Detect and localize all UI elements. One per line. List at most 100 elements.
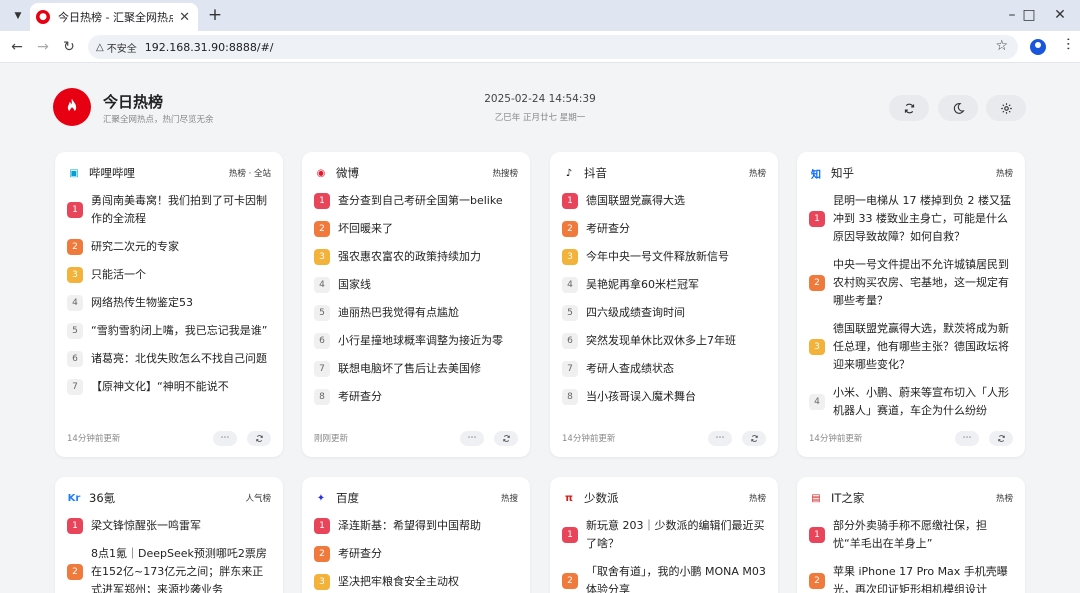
- url-text[interactable]: 192.168.31.90:8888/#/: [145, 41, 274, 54]
- card-refresh-icon[interactable]: [742, 430, 766, 446]
- hot-item[interactable]: 1 勇闯南美毒窝！我们拍到了可卡因制作的全流程: [67, 192, 271, 228]
- more-icon[interactable]: ⋯: [460, 430, 484, 446]
- hot-item[interactable]: 1 新玩意 203｜少数派的编辑们最近买了啥？: [562, 517, 766, 553]
- tab-search-dropdown-icon[interactable]: ▼: [8, 6, 28, 26]
- hot-item[interactable]: 5 四六级成绩查询时间: [562, 304, 766, 322]
- hot-item[interactable]: 4 网络热传生物鉴定53: [67, 294, 271, 312]
- hot-item[interactable]: 4 吴艳妮再拿60米栏冠军: [562, 276, 766, 294]
- hot-item-title[interactable]: 考研人查成绩状态: [586, 360, 674, 378]
- hot-item-title[interactable]: 考研查分: [338, 545, 382, 563]
- hot-item[interactable]: 6 诸葛亮：北伐失败怎么不找自己问题: [67, 350, 271, 368]
- more-icon[interactable]: ⋯: [955, 430, 979, 446]
- settings-button[interactable]: [986, 95, 1026, 121]
- hot-item[interactable]: 7 考研人查成绩状态: [562, 360, 766, 378]
- hot-item-title[interactable]: 考研查分: [586, 220, 630, 238]
- hot-item[interactable]: 8 考研查分: [314, 388, 518, 406]
- hot-item[interactable]: 3 德国联盟党赢得大选，默茨将成为新任总理，他有哪些主张？德国政坛将迎来哪些变化？: [809, 320, 1013, 374]
- security-label[interactable]: 不安全: [107, 40, 137, 55]
- site-logo-icon[interactable]: [53, 88, 91, 126]
- tab-close-icon[interactable]: ✕: [179, 10, 190, 25]
- hot-item-title[interactable]: 只能活一个: [91, 266, 146, 284]
- new-tab-icon[interactable]: +: [205, 4, 225, 26]
- hot-item-title[interactable]: 小米、小鹏、蔚来等宣布切入「人形机器人」赛道，车企为什么纷纷: [833, 384, 1013, 417]
- hot-item-title[interactable]: 考研查分: [338, 388, 382, 406]
- hot-item-title[interactable]: 研究二次元的专家: [91, 238, 179, 256]
- hot-item[interactable]: 2 坏回暖来了: [314, 220, 518, 238]
- hot-item[interactable]: 6 突然发现单休比双休多上7年班: [562, 332, 766, 350]
- back-icon[interactable]: ←: [6, 36, 28, 58]
- hot-item-title[interactable]: 新玩意 203｜少数派的编辑们最近买了啥？: [586, 517, 766, 553]
- hot-item-title[interactable]: 查分查到自己考研全国第一belike: [338, 192, 503, 210]
- hot-item-title[interactable]: 突然发现单休比双休多上7年班: [586, 332, 736, 350]
- hot-item-title[interactable]: 小行星撞地球概率调整为接近为零: [338, 332, 503, 350]
- dark-mode-button[interactable]: [938, 95, 978, 121]
- hot-item[interactable]: 1 部分外卖骑手称不愿缴社保，担忧“羊毛出在羊身上”: [809, 517, 1013, 553]
- hot-item-title[interactable]: 诸葛亮：北伐失败怎么不找自己问题: [91, 350, 267, 368]
- hot-item-title[interactable]: 昆明一电梯从 17 楼掉到负 2 楼又猛冲到 33 楼致业主身亡，可能是什么原因…: [833, 192, 1013, 246]
- card-refresh-icon[interactable]: [989, 430, 1013, 446]
- hot-item[interactable]: 2 苹果 iPhone 17 Pro Max 手机壳曝光，再次印证矩形相机模组设计: [809, 563, 1013, 593]
- hot-item[interactable]: 3 今年中央一号文件释放新信号: [562, 248, 766, 266]
- hot-item[interactable]: 2 「取舍有道」，我的小鹏 MONA M03 体验分享: [562, 563, 766, 593]
- not-secure-warning-icon[interactable]: △: [96, 42, 104, 53]
- hot-item-title[interactable]: 苹果 iPhone 17 Pro Max 手机壳曝光，再次印证矩形相机模组设计: [833, 563, 1013, 593]
- hot-item-title[interactable]: 梁文锋惊醒张一鸣雷军: [91, 517, 201, 535]
- browser-tab[interactable]: ● 今日热榜 - 汇聚全网热点, 热门 ✕: [30, 3, 198, 31]
- hot-item[interactable]: 4 小米、小鹏、蔚来等宣布切入「人形机器人」赛道，车企为什么纷纷: [809, 384, 1013, 417]
- hot-item-title[interactable]: 今年中央一号文件释放新信号: [586, 248, 729, 266]
- hot-item[interactable]: 3 坚决把牢粮食安全主动权: [314, 573, 518, 591]
- hot-item-title[interactable]: 坚决把牢粮食安全主动权: [338, 573, 459, 591]
- hot-item[interactable]: 1 德国联盟党赢得大选: [562, 192, 766, 210]
- hot-item[interactable]: 1 梁文锋惊醒张一鸣雷军: [67, 517, 271, 535]
- more-icon[interactable]: ⋯: [213, 430, 237, 446]
- hot-item-title[interactable]: 部分外卖骑手称不愿缴社保，担忧“羊毛出在羊身上”: [833, 517, 1013, 553]
- browser-menu-icon[interactable]: ⋯: [1060, 37, 1076, 51]
- hot-item-title[interactable]: 德国联盟党赢得大选，默茨将成为新任总理，他有哪些主张？德国政坛将迎来哪些变化？: [833, 320, 1013, 374]
- hot-item-title[interactable]: 网络热传生物鉴定53: [91, 294, 193, 312]
- hot-item-title[interactable]: 国家线: [338, 276, 371, 294]
- card-refresh-icon[interactable]: [247, 430, 271, 446]
- address-bar[interactable]: △ 不安全 192.168.31.90:8888/#/ ☆: [88, 35, 1018, 59]
- hot-item-title[interactable]: 8点1氪｜DeepSeek预测哪吒2票房在152亿~173亿元之间；胖东来正式进…: [91, 545, 271, 593]
- hot-item[interactable]: 2 研究二次元的专家: [67, 238, 271, 256]
- hot-item[interactable]: 1 昆明一电梯从 17 楼掉到负 2 楼又猛冲到 33 楼致业主身亡，可能是什么原…: [809, 192, 1013, 246]
- hot-item[interactable]: 1 泽连斯基：希望得到中国帮助: [314, 517, 518, 535]
- updated-time: 14分钟前更新: [562, 434, 616, 444]
- hot-item-title[interactable]: “雪豹雪豹闭上嘴，我已忘记我是谁”: [91, 322, 267, 340]
- hot-item-title[interactable]: 泽连斯基：希望得到中国帮助: [338, 517, 481, 535]
- hot-item[interactable]: 2 8点1氪｜DeepSeek预测哪吒2票房在152亿~173亿元之间；胖东来正式…: [67, 545, 271, 593]
- hot-item-title[interactable]: 【原神文化】“神明不能说不: [91, 378, 229, 396]
- hot-item-title[interactable]: 「取舍有道」，我的小鹏 MONA M03 体验分享: [586, 563, 766, 593]
- hot-item[interactable]: 7 联想电脑坏了售后让去美国修: [314, 360, 518, 378]
- hot-item-title[interactable]: 吴艳妮再拿60米栏冠军: [586, 276, 699, 294]
- hot-item[interactable]: 5 “雪豹雪豹闭上嘴，我已忘记我是谁”: [67, 322, 271, 340]
- hot-item[interactable]: 5 迪丽热巴我觉得有点尴尬: [314, 304, 518, 322]
- hot-item-title[interactable]: 迪丽热巴我觉得有点尴尬: [338, 304, 459, 322]
- profile-avatar-icon[interactable]: [1030, 39, 1046, 55]
- hot-item-title[interactable]: 德国联盟党赢得大选: [586, 192, 685, 210]
- hot-item-title[interactable]: 当小孩哥误入魔术舞台: [586, 388, 696, 406]
- hot-item[interactable]: 1 查分查到自己考研全国第一belike: [314, 192, 518, 210]
- hot-item-title[interactable]: 中央一号文件提出不允许城镇居民到农村购买农房、宅基地，这一规定有哪些考量？: [833, 256, 1013, 310]
- reload-icon[interactable]: ↻: [58, 36, 80, 58]
- bookmark-star-icon[interactable]: ☆: [995, 38, 1008, 54]
- hot-item-title[interactable]: 强农惠农富农的政策持续加力: [338, 248, 481, 266]
- hot-item[interactable]: 2 考研查分: [562, 220, 766, 238]
- hot-item[interactable]: 3 强农惠农富农的政策持续加力: [314, 248, 518, 266]
- close-window-icon[interactable]: ✕: [1040, 2, 1080, 28]
- hot-item-title[interactable]: 四六级成绩查询时间: [586, 304, 685, 322]
- hot-item[interactable]: 4 国家线: [314, 276, 518, 294]
- hot-item[interactable]: 2 中央一号文件提出不允许城镇居民到农村购买农房、宅基地，这一规定有哪些考量？: [809, 256, 1013, 310]
- hot-item[interactable]: 8 当小孩哥误入魔术舞台: [562, 388, 766, 406]
- hot-item-title[interactable]: 勇闯南美毒窝！我们拍到了可卡因制作的全流程: [91, 192, 271, 228]
- hot-item-title[interactable]: 联想电脑坏了售后让去美国修: [338, 360, 481, 378]
- hot-item[interactable]: 6 小行星撞地球概率调整为接近为零: [314, 332, 518, 350]
- refresh-all-button[interactable]: [889, 95, 929, 121]
- forward-icon[interactable]: →: [32, 36, 54, 58]
- hot-item[interactable]: 7 【原神文化】“神明不能说不: [67, 378, 271, 396]
- hot-item[interactable]: 3 只能活一个: [67, 266, 271, 284]
- more-icon[interactable]: ⋯: [708, 430, 732, 446]
- card-refresh-icon[interactable]: [494, 430, 518, 446]
- hot-item[interactable]: 2 考研查分: [314, 545, 518, 563]
- hot-item-title[interactable]: 坏回暖来了: [338, 220, 393, 238]
